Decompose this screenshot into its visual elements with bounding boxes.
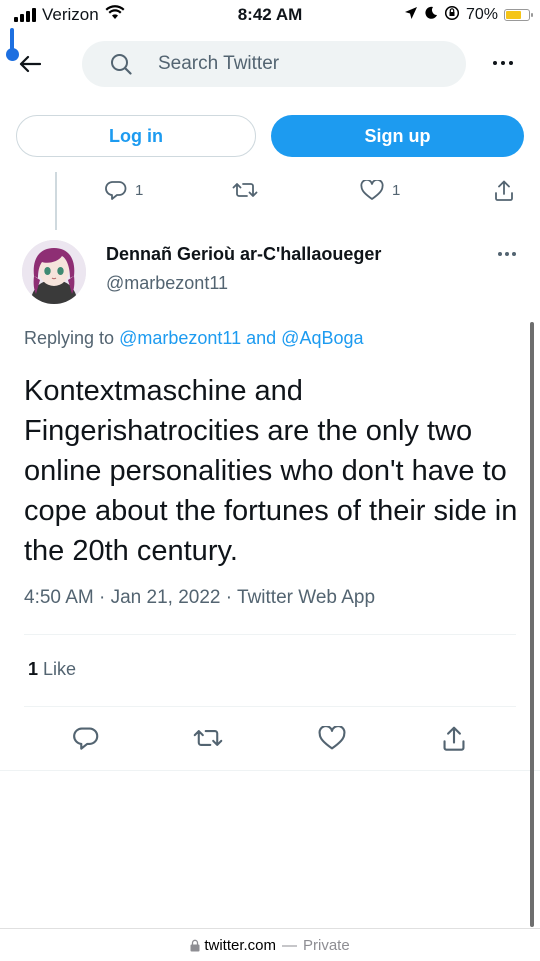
reply-count: 1 (135, 181, 144, 199)
search-icon (110, 53, 132, 75)
status-right: 70% (404, 5, 533, 26)
mention-link[interactable]: @marbezont11 (119, 328, 241, 348)
reply-button[interactable] (73, 726, 99, 750)
retweet-icon (193, 730, 223, 746)
top-navigation: Search Twitter (0, 28, 540, 90)
heart-icon (318, 726, 346, 750)
battery-icon (504, 9, 533, 21)
url-separator: — (282, 936, 297, 954)
tweet-text: Kontextmaschine and Fingerishatrocities … (24, 375, 518, 567)
retweet-icon (232, 183, 258, 197)
share-button[interactable] (441, 726, 467, 752)
reply-icon (105, 181, 127, 200)
status-bar: Verizon 8:42 AM 70% (0, 0, 540, 30)
signup-button[interactable]: Sign up (271, 115, 524, 157)
like-count: 1 (392, 182, 401, 199)
battery-level (506, 11, 522, 19)
reply-button[interactable]: 1 (105, 180, 143, 200)
browser-url-bar[interactable]: twitter.com — Private (0, 928, 540, 961)
arrow-left-icon (19, 55, 41, 73)
share-icon (495, 180, 513, 201)
avatar-image (22, 240, 86, 304)
tweet-more-button[interactable] (498, 252, 516, 256)
private-mode-label: Private (303, 936, 350, 954)
scroll-indicator-line (10, 28, 14, 50)
url-domain: twitter.com (204, 936, 276, 954)
user-handle[interactable]: @marbezont11 (106, 273, 228, 294)
tweet-time[interactable]: 4:50 AM (24, 587, 94, 608)
tweet-actions (0, 722, 540, 758)
heart-icon (360, 180, 384, 200)
rotation-lock-icon (444, 5, 460, 26)
mention-link[interactable]: @AqBoga (281, 328, 363, 348)
retweet-button[interactable] (232, 180, 258, 200)
lock-icon (190, 939, 200, 952)
like-button[interactable]: 1 (360, 180, 400, 201)
parent-tweet-actions: 1 1 (0, 180, 540, 210)
search-input[interactable]: Search Twitter (82, 41, 466, 87)
replying-and: and (246, 328, 277, 348)
share-button[interactable] (493, 180, 515, 202)
more-options-button[interactable] (488, 50, 518, 76)
tweet-source[interactable]: Twitter Web App (237, 587, 375, 608)
avatar[interactable] (22, 240, 86, 304)
more-dots-icon (493, 61, 497, 65)
more-dots-icon (498, 252, 502, 256)
battery-percent: 70% (465, 6, 498, 23)
tweet-meta: 4:50 AM · Jan 21, 2022 · Twitter Web App (24, 587, 375, 609)
reply-icon (73, 727, 99, 750)
section-divider (0, 770, 540, 771)
search-placeholder: Search Twitter (158, 53, 280, 74)
meta-separator: · (225, 587, 233, 608)
like-button[interactable] (318, 726, 346, 751)
location-arrow-icon (404, 6, 418, 25)
meta-separator: · (99, 587, 106, 608)
retweet-button[interactable] (193, 726, 223, 750)
replying-prefix: Replying to (24, 328, 115, 348)
likes-count: 1 (28, 659, 39, 679)
likes-label: Like (43, 659, 77, 679)
back-button[interactable] (12, 48, 48, 80)
login-button[interactable]: Log in (16, 115, 256, 157)
display-name[interactable]: Dennañ Gerioù ar-C'hallaoueger (106, 244, 381, 265)
tweet-date[interactable]: Jan 21, 2022 (111, 587, 221, 608)
moon-icon (424, 6, 438, 25)
divider (24, 634, 516, 635)
likes-summary[interactable]: 1 Like (28, 659, 76, 680)
scrollbar[interactable] (530, 322, 534, 927)
share-icon (443, 726, 465, 751)
replying-to: Replying to @marbezont11 and @AqBoga (24, 328, 364, 349)
divider (24, 706, 516, 707)
